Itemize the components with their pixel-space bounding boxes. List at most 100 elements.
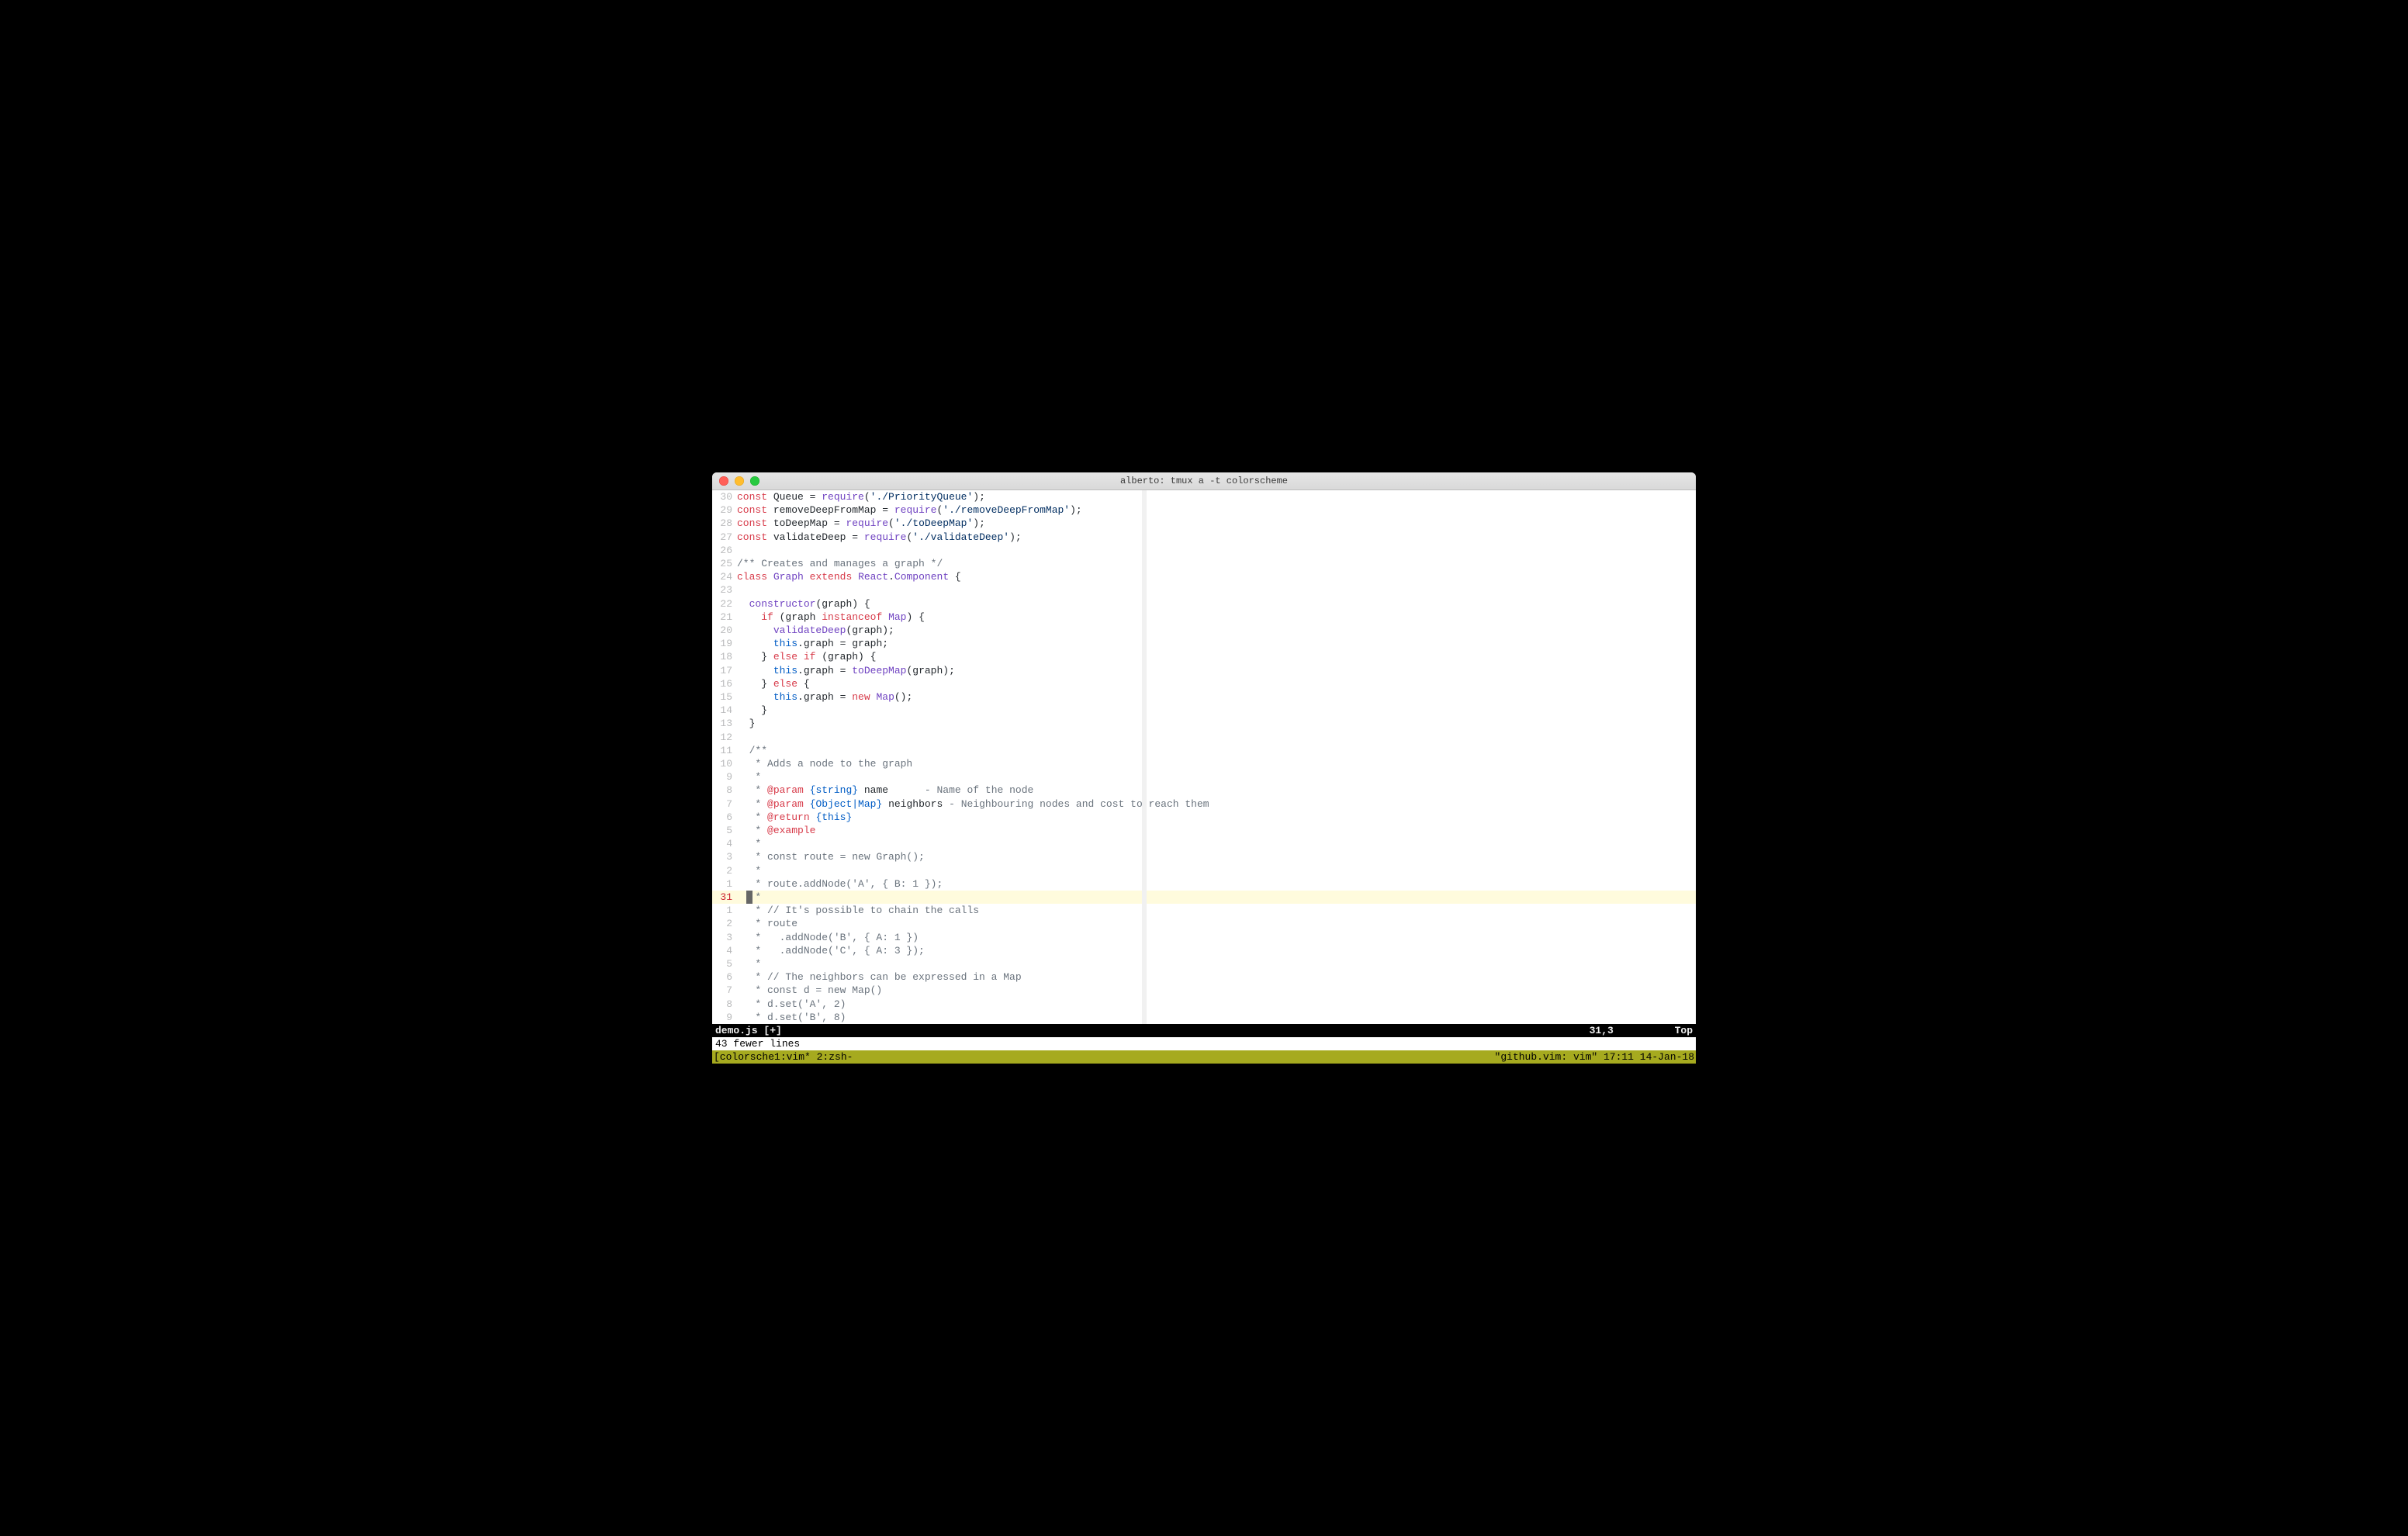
- code-line[interactable]: 16 } else {: [712, 677, 1696, 690]
- code-content: this.graph = toDeepMap(graph);: [737, 664, 1696, 677]
- tmux-right: "github.vim: vim" 17:11 14-Jan-18: [1495, 1050, 1694, 1064]
- code-line[interactable]: 9 * d.set('B', 8): [712, 1011, 1696, 1024]
- code-line[interactable]: 14 }: [712, 704, 1696, 717]
- code-line[interactable]: 30const Queue = require('./PriorityQueue…: [712, 490, 1696, 503]
- code-line[interactable]: 8 * @param {string} name - Name of the n…: [712, 784, 1696, 797]
- vertical-split: [1142, 490, 1147, 1024]
- line-number: 15: [712, 690, 737, 704]
- code-content: * // The neighbors can be expressed in a…: [737, 970, 1696, 984]
- line-number: 10: [712, 757, 737, 770]
- line-number: 28: [712, 517, 737, 530]
- code-line[interactable]: 20 validateDeep(graph);: [712, 624, 1696, 637]
- line-number: 20: [712, 624, 737, 637]
- line-number: 2: [712, 917, 737, 930]
- code-content: const removeDeepFromMap = require('./rem…: [737, 503, 1696, 517]
- editor-area[interactable]: 30const Queue = require('./PriorityQueue…: [712, 490, 1696, 1024]
- code-content: * @example: [737, 824, 1696, 837]
- code-content: [737, 731, 1696, 744]
- line-number: 29: [712, 503, 737, 517]
- code-line[interactable]: 5 * @example: [712, 824, 1696, 837]
- code-content: const validateDeep = require('./validate…: [737, 531, 1696, 544]
- code-line[interactable]: 6 * @return {this}: [712, 811, 1696, 824]
- code-line[interactable]: 11 /**: [712, 744, 1696, 757]
- line-number: 26: [712, 544, 737, 557]
- code-content: this.graph = new Map();: [737, 690, 1696, 704]
- code-line[interactable]: 2 *: [712, 864, 1696, 877]
- code-line[interactable]: 9 *: [712, 770, 1696, 784]
- code-content: [737, 544, 1696, 557]
- tmux-statusbar: [colorsche1:vim* 2:zsh- "github.vim: vim…: [712, 1050, 1696, 1064]
- code-content: *: [737, 891, 1696, 904]
- code-line[interactable]: 12: [712, 731, 1696, 744]
- code-content: * d.set('A', 2): [737, 998, 1696, 1011]
- code-line[interactable]: 17 this.graph = toDeepMap(graph);: [712, 664, 1696, 677]
- code-line[interactable]: 15 this.graph = new Map();: [712, 690, 1696, 704]
- code-line[interactable]: 7 * const d = new Map(): [712, 984, 1696, 997]
- code-line[interactable]: 26: [712, 544, 1696, 557]
- code-line[interactable]: 23: [712, 583, 1696, 597]
- code-content: if (graph instanceof Map) {: [737, 611, 1696, 624]
- line-number: 17: [712, 664, 737, 677]
- code-content: * @return {this}: [737, 811, 1696, 824]
- code-line[interactable]: 1 * route.addNode('A', { B: 1 });: [712, 877, 1696, 891]
- line-number: 14: [712, 704, 737, 717]
- code-content: * const route = new Graph();: [737, 850, 1696, 863]
- code-line[interactable]: 7 * @param {Object|Map} neighbors - Neig…: [712, 797, 1696, 811]
- code-content: * // It's possible to chain the calls: [737, 904, 1696, 917]
- status-scroll: Top: [1675, 1024, 1693, 1037]
- code-line[interactable]: 5 *: [712, 957, 1696, 970]
- code-content: * @param {string} name - Name of the nod…: [737, 784, 1696, 797]
- code-content: *: [737, 864, 1696, 877]
- code-line[interactable]: 28const toDeepMap = require('./toDeepMap…: [712, 517, 1696, 530]
- code-content: * .addNode('B', { A: 1 }): [737, 931, 1696, 944]
- code-content: [737, 583, 1696, 597]
- code-line[interactable]: 3 * .addNode('B', { A: 1 }): [712, 931, 1696, 944]
- code-content: /**: [737, 744, 1696, 757]
- line-number: 23: [712, 583, 737, 597]
- code-line[interactable]: 13 }: [712, 717, 1696, 730]
- code-line[interactable]: 19 this.graph = graph;: [712, 637, 1696, 650]
- code-line[interactable]: 10 * Adds a node to the graph: [712, 757, 1696, 770]
- line-number: 3: [712, 850, 737, 863]
- line-number: 4: [712, 837, 737, 850]
- line-number: 1: [712, 904, 737, 917]
- code-line[interactable]: 4 *: [712, 837, 1696, 850]
- code-line[interactable]: 24class Graph extends React.Component {: [712, 570, 1696, 583]
- code-line[interactable]: 31 *: [712, 891, 1696, 904]
- code-content: } else {: [737, 677, 1696, 690]
- line-number: 7: [712, 984, 737, 997]
- code-content: * route.addNode('A', { B: 1 });: [737, 877, 1696, 891]
- code-content: this.graph = graph;: [737, 637, 1696, 650]
- line-number: 1: [712, 877, 737, 891]
- code-line[interactable]: 3 * const route = new Graph();: [712, 850, 1696, 863]
- line-number: 12: [712, 731, 737, 744]
- line-number: 9: [712, 1011, 737, 1024]
- line-number: 24: [712, 570, 737, 583]
- code-content: /** Creates and manages a graph */: [737, 557, 1696, 570]
- code-line[interactable]: 29const removeDeepFromMap = require('./r…: [712, 503, 1696, 517]
- code-line[interactable]: 8 * d.set('A', 2): [712, 998, 1696, 1011]
- line-number: 16: [712, 677, 737, 690]
- status-position: 31,3: [1590, 1024, 1675, 1037]
- code-line[interactable]: 22 constructor(graph) {: [712, 597, 1696, 611]
- code-line[interactable]: 27const validateDeep = require('./valida…: [712, 531, 1696, 544]
- code-line[interactable]: 4 * .addNode('C', { A: 3 });: [712, 944, 1696, 957]
- status-filename: demo.js [+]: [715, 1024, 1590, 1037]
- code-content: * Adds a node to the graph: [737, 757, 1696, 770]
- code-line[interactable]: 25/** Creates and manages a graph */: [712, 557, 1696, 570]
- line-number: 5: [712, 957, 737, 970]
- code-line[interactable]: 2 * route: [712, 917, 1696, 930]
- vim-message: 43 fewer lines: [712, 1037, 1696, 1050]
- code-line[interactable]: 6 * // The neighbors can be expressed in…: [712, 970, 1696, 984]
- line-number: 3: [712, 931, 737, 944]
- code-line[interactable]: 18 } else if (graph) {: [712, 650, 1696, 663]
- line-number: 8: [712, 998, 737, 1011]
- line-number: 19: [712, 637, 737, 650]
- code-line[interactable]: 1 * // It's possible to chain the calls: [712, 904, 1696, 917]
- code-content: * const d = new Map(): [737, 984, 1696, 997]
- code-content: * @param {Object|Map} neighbors - Neighb…: [737, 797, 1696, 811]
- line-number: 6: [712, 811, 737, 824]
- code-line[interactable]: 21 if (graph instanceof Map) {: [712, 611, 1696, 624]
- line-number: 6: [712, 970, 737, 984]
- line-number: 9: [712, 770, 737, 784]
